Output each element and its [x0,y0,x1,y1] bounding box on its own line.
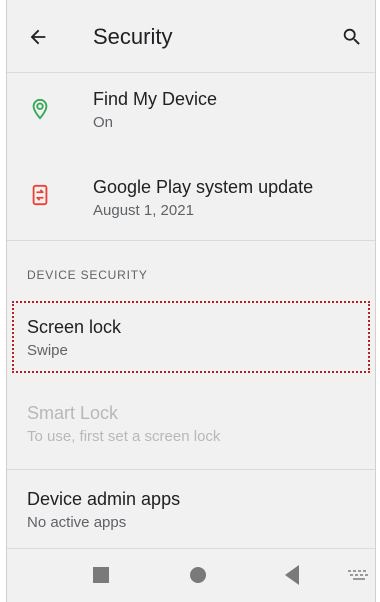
find-my-device-status: On [93,114,114,131]
back-triangle-icon[interactable] [285,565,299,585]
back-arrow-icon [30,29,46,45]
system-navigation-bar [7,548,375,602]
app-bar: Security [7,0,375,73]
screen-lock-highlight [12,301,370,373]
home-icon[interactable] [190,567,206,583]
keyboard-icon[interactable] [347,569,371,581]
system-update-icon [27,182,53,208]
search-button[interactable] [337,22,367,52]
find-my-device-title: Find My Device [93,89,218,109]
device-admin-status: No active apps [27,514,127,531]
section-divider [7,240,375,241]
smart-lock-hint: To use, first set a screen lock [27,428,221,445]
security-settings-screen: Security Find My Device On Google Play s… [6,0,376,602]
play-update-date: August 1, 2021 [93,202,194,219]
play-update-title: Google Play system update [93,177,314,197]
play-system-update-item[interactable]: Google Play system update August 1, 2021 [7,156,375,240]
device-admin-title: Device admin apps [27,489,181,509]
recent-apps-icon[interactable] [93,567,109,583]
smart-lock-title: Smart Lock [27,403,119,423]
location-pin-icon [27,96,53,122]
back-button[interactable] [23,22,53,52]
find-my-device-item[interactable]: Find My Device On [7,72,375,156]
search-icon [343,28,360,45]
device-admin-apps-item[interactable]: Device admin apps No active apps [7,470,375,546]
smart-lock-item: Smart Lock To use, first set a screen lo… [7,390,375,460]
device-security-header: DEVICE SECURITY [27,268,148,282]
page-title: Security [93,24,173,49]
